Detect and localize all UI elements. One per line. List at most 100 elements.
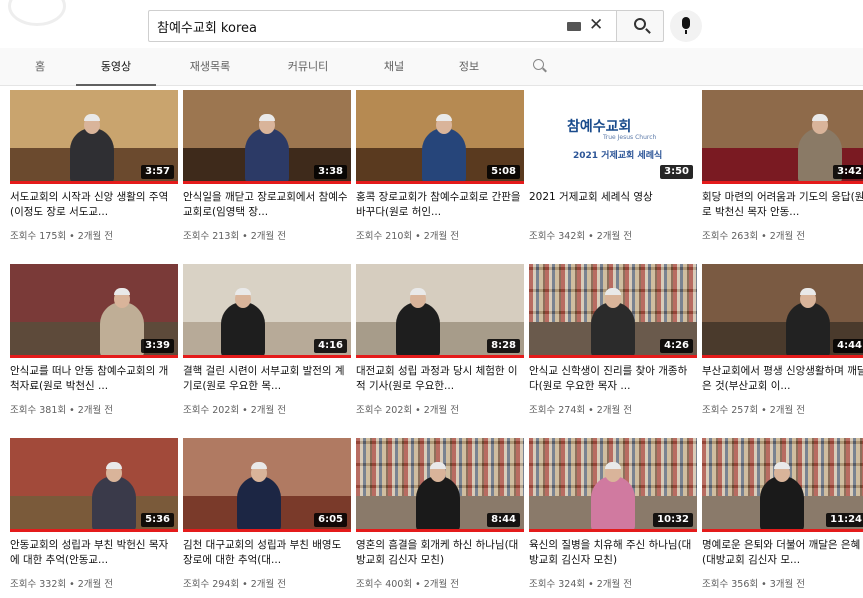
duration-badge: 11:24	[826, 513, 863, 527]
video-title[interactable]: 2021 거제교회 세례식 영상	[529, 190, 695, 205]
channel-tabs: 홈 동영상 재생목록 커뮤니티 채널 정보	[0, 48, 863, 86]
video-card[interactable]: 8:44 영혼의 흠결을 회개케 하신 하나님(대방교회 김신자 모친) 조회수 4…	[356, 438, 524, 598]
video-title[interactable]: 안식교를 떠나 안동 참예수교회의 개척자료(원로 박천신 ...	[10, 364, 176, 394]
speaker-figure	[221, 302, 265, 358]
video-title[interactable]: 홍콕 장로교회가 참예수교회로 간판을 바꾸다(원로 허인...	[356, 190, 522, 220]
video-metadata: 조회수 202회 • 2개월 전	[183, 405, 287, 416]
tab-videos[interactable]: 동영상	[76, 48, 156, 86]
video-title[interactable]: 영혼의 흠결을 회개케 하신 하나님(대방교회 김신자 모친)	[356, 538, 522, 568]
video-metadata: 조회수 356회 • 3개월 전	[702, 579, 806, 590]
video-title[interactable]: 육신의 질병을 치유해 주신 하나님(대방교회 김신자 모친)	[529, 538, 695, 568]
speaker-hair	[259, 114, 275, 121]
channel-search-button[interactable]	[533, 59, 547, 73]
speaker-figure	[422, 128, 466, 184]
video-card[interactable]: 6:05 김천 대구교회의 성립과 부친 배영도 장로에 대한 추억(대... 조회…	[183, 438, 351, 598]
speaker-hair	[251, 462, 267, 469]
speaker-hair	[774, 462, 790, 469]
speaker-hair	[800, 288, 816, 295]
speaker-hair	[430, 462, 446, 469]
duration-badge: 4:44	[833, 339, 863, 353]
speaker-hair	[605, 288, 621, 295]
tab-channels[interactable]: 채널	[366, 48, 422, 86]
video-thumbnail[interactable]: 3:57	[10, 90, 178, 184]
video-thumbnail[interactable]: 3:42	[702, 90, 863, 184]
tab-home[interactable]: 홈	[22, 48, 58, 86]
keyboard-icon[interactable]	[567, 22, 581, 31]
video-thumbnail[interactable]: 8:28	[356, 264, 524, 358]
video-thumbnail[interactable]: 8:44	[356, 438, 524, 532]
watch-progress-bar	[356, 355, 524, 358]
video-thumbnail[interactable]: 4:16	[183, 264, 351, 358]
speaker-figure	[591, 302, 635, 358]
watch-progress-bar	[529, 529, 697, 532]
tab-about[interactable]: 정보	[444, 48, 494, 86]
video-card[interactable]: 3:38 안식일을 깨닫고 장로교회에서 참예수교회로(임영택 장... 조회수 2…	[183, 90, 351, 260]
search-box[interactable]: ✕	[148, 10, 616, 42]
video-title[interactable]: 안식교 신학생이 진리를 찾아 개종하다(원로 우요한 목자 ...	[529, 364, 695, 394]
video-title[interactable]: 대전교회 성립 과정과 당시 체험한 이적 기사(원로 우요한...	[356, 364, 522, 394]
duration-badge: 3:42	[833, 165, 863, 179]
video-card[interactable]: 3:42 회당 마련의 어려움과 기도의 응답(원로 박천신 목자 안동... 조회…	[702, 90, 863, 260]
thumbnail-caption: 2021 거제교회 세례식	[573, 151, 663, 161]
speaker-hair	[106, 462, 122, 469]
duration-badge: 3:38	[314, 165, 347, 179]
video-metadata: 조회수 381회 • 2개월 전	[10, 405, 114, 416]
tab-community[interactable]: 커뮤니티	[268, 48, 348, 86]
speaker-hair	[812, 114, 828, 121]
duration-badge: 4:26	[660, 339, 693, 353]
video-thumbnail[interactable]: 4:44	[702, 264, 863, 358]
video-metadata: 조회수 342회 • 2개월 전	[529, 231, 633, 242]
video-title[interactable]: 김천 대구교회의 성립과 부친 배영도 장로에 대한 추억(대...	[183, 538, 349, 568]
video-card[interactable]: 11:24 명예로운 은퇴와 더불어 깨달은 은혜(대방교회 김신자 모... 조회…	[702, 438, 863, 598]
video-thumbnail[interactable]: 3:38	[183, 90, 351, 184]
watch-progress-bar	[702, 529, 863, 532]
tab-playlists[interactable]: 재생목록	[172, 48, 248, 86]
video-thumbnail[interactable]: 5:36	[10, 438, 178, 532]
video-thumbnail[interactable]: 참예수교회 True Jesus Church 2021 거제교회 세례식 3:50	[529, 90, 697, 184]
search-button[interactable]	[616, 10, 664, 42]
speaker-figure	[100, 302, 144, 358]
video-card[interactable]: 3:39 안식교를 떠나 안동 참예수교회의 개척자료(원로 박천신 ... 조회수…	[10, 264, 178, 434]
video-title[interactable]: 결핵 걸린 시련이 서부교회 발전의 계기로(원로 우요한 목...	[183, 364, 349, 394]
watch-progress-bar	[356, 181, 524, 184]
video-card[interactable]: 3:57 서도교회의 시작과 신앙 생활의 주역(이정도 장로 서도교... 조회수…	[10, 90, 178, 260]
video-card[interactable]: 4:26 안식교 신학생이 진리를 찾아 개종하다(원로 우요한 목자 ... 조회…	[529, 264, 697, 434]
clear-search-icon[interactable]: ✕	[589, 15, 603, 35]
duration-badge: 4:16	[314, 339, 347, 353]
speaker-figure	[237, 476, 281, 532]
video-thumbnail[interactable]: 3:39	[10, 264, 178, 358]
video-card[interactable]: 4:16 결핵 걸린 시련이 서부교회 발전의 계기로(원로 우요한 목... 조회…	[183, 264, 351, 434]
video-metadata: 조회수 257회 • 2개월 전	[702, 405, 806, 416]
watch-progress-bar	[10, 529, 178, 532]
duration-badge: 6:05	[314, 513, 347, 527]
thumbnail-background	[702, 264, 863, 323]
microphone-icon	[682, 17, 690, 34]
video-metadata: 조회수 324회 • 2개월 전	[529, 579, 633, 590]
video-card[interactable]: 5:36 안동교회의 성립과 부친 박헌신 목자에 대한 추억(안동교... 조회수…	[10, 438, 178, 598]
video-title[interactable]: 안식일을 깨닫고 장로교회에서 참예수교회로(임영택 장...	[183, 190, 349, 220]
video-card[interactable]: 4:44 부산교회에서 평생 신앙생활하며 깨달은 것(부산교회 이... 조회수 …	[702, 264, 863, 434]
video-thumbnail[interactable]: 6:05	[183, 438, 351, 532]
search-input[interactable]	[157, 16, 557, 36]
video-title[interactable]: 안동교회의 성립과 부친 박헌신 목자에 대한 추억(안동교...	[10, 538, 176, 568]
duration-badge: 10:32	[653, 513, 693, 527]
video-card[interactable]: 참예수교회 True Jesus Church 2021 거제교회 세례식 3:50 2…	[529, 90, 697, 260]
video-title[interactable]: 회당 마련의 어려움과 기도의 응답(원로 박천신 목자 안동...	[702, 190, 863, 220]
video-title[interactable]: 명예로운 은퇴와 더불어 깨달은 은혜(대방교회 김신자 모...	[702, 538, 863, 568]
video-title[interactable]: 부산교회에서 평생 신앙생활하며 깨달은 것(부산교회 이...	[702, 364, 863, 394]
video-card[interactable]: 5:08 홍콕 장로교회가 참예수교회로 간판을 바꾸다(원로 허인... 조회수 …	[356, 90, 524, 260]
voice-search-button[interactable]	[670, 10, 702, 42]
video-thumbnail[interactable]: 4:26	[529, 264, 697, 358]
channel-logo[interactable]	[4, 0, 124, 40]
video-thumbnail[interactable]: 5:08	[356, 90, 524, 184]
watch-progress-bar	[702, 355, 863, 358]
video-card[interactable]: 10:32 육신의 질병을 치유해 주신 하나님(대방교회 김신자 모친) 조회수 …	[529, 438, 697, 598]
video-metadata: 조회수 294회 • 2개월 전	[183, 579, 287, 590]
church-logo-text: 참예수교회	[567, 119, 632, 135]
video-metadata: 조회수 210회 • 2개월 전	[356, 231, 460, 242]
watch-progress-bar	[356, 529, 524, 532]
video-thumbnail[interactable]: 11:24	[702, 438, 863, 532]
video-title[interactable]: 서도교회의 시작과 신앙 생활의 주역(이정도 장로 서도교...	[10, 190, 176, 220]
video-thumbnail[interactable]: 10:32	[529, 438, 697, 532]
video-card[interactable]: 8:28 대전교회 성립 과정과 당시 체험한 이적 기사(원로 우요한... 조회…	[356, 264, 524, 434]
